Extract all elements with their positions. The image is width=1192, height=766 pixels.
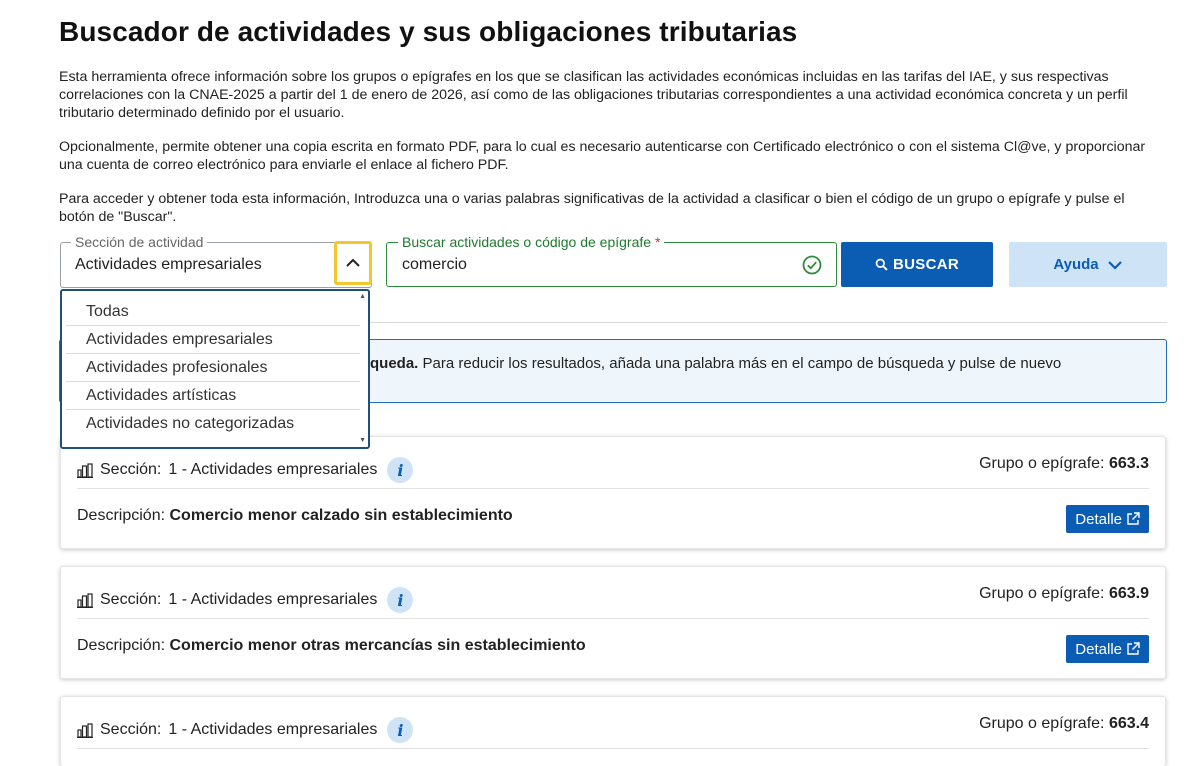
intro-paragraph-3: Para acceder y obtener toda esta informa… bbox=[59, 191, 1125, 225]
card-section: Sección: 1 - Actividades empresariales i bbox=[77, 587, 414, 613]
select-toggle-button[interactable] bbox=[334, 241, 372, 285]
info-icon[interactable]: i bbox=[387, 717, 414, 743]
section-select[interactable]: Sección de actividad Actividades empresa… bbox=[60, 234, 372, 288]
building-icon bbox=[77, 592, 93, 608]
card-section: Sección: 1 - Actividades empresariales i bbox=[77, 457, 414, 483]
info-icon[interactable]: i bbox=[387, 457, 414, 483]
result-card: Sección: 1 - Actividades empresariales i… bbox=[60, 436, 1166, 549]
building-icon bbox=[77, 722, 93, 738]
section-select-label: Sección de actividad bbox=[71, 234, 208, 250]
option-actividades-no-categorizadas[interactable]: Actividades no categorizadas bbox=[66, 411, 360, 438]
search-input[interactable]: comercio bbox=[402, 256, 467, 274]
divider bbox=[370, 322, 1167, 323]
detalle-button[interactable]: Detalle bbox=[1066, 635, 1149, 663]
option-todas[interactable]: Todas bbox=[66, 299, 360, 326]
intro-paragraph-1: Esta herramienta ofrece información sobr… bbox=[59, 69, 1128, 121]
option-actividades-empresariales[interactable]: Actividades empresariales bbox=[66, 327, 360, 354]
card-divider bbox=[77, 748, 1149, 749]
detalle-button[interactable]: Detalle bbox=[1066, 505, 1149, 533]
buscar-button-label: BUSCAR bbox=[893, 256, 959, 273]
section-dropdown-list[interactable]: ▲ Todas Actividades empresariales Activi… bbox=[60, 289, 370, 449]
card-divider bbox=[77, 618, 1149, 619]
card-grupo: Grupo o epígrafe: 663.9 bbox=[979, 585, 1149, 602]
card-description: Descripción: Comercio menor calzado sin … bbox=[77, 507, 513, 524]
card-description: Descripción: Comercio menor otras mercan… bbox=[77, 637, 586, 654]
section-select-value: Actividades empresariales bbox=[75, 256, 262, 273]
result-card: Sección: 1 - Actividades empresariales i… bbox=[60, 696, 1166, 766]
scroll-up-arrow[interactable]: ▲ bbox=[359, 293, 366, 301]
external-link-icon bbox=[1127, 642, 1140, 655]
card-divider bbox=[77, 488, 1149, 489]
card-section: Sección: 1 - Actividades empresariales i bbox=[77, 717, 414, 743]
page-title: Buscador de actividades y sus obligacion… bbox=[59, 16, 798, 47]
search-icon bbox=[875, 258, 888, 271]
buscar-button[interactable]: BUSCAR bbox=[841, 242, 993, 287]
search-field[interactable]: Buscar actividades o código de epígrafe … bbox=[386, 234, 837, 287]
chevron-up-icon bbox=[346, 258, 360, 267]
option-actividades-artisticas[interactable]: Actividades artísticas bbox=[66, 383, 360, 410]
option-actividades-profesionales[interactable]: Actividades profesionales bbox=[66, 355, 360, 382]
scroll-down-arrow[interactable]: ▼ bbox=[359, 437, 366, 445]
building-icon bbox=[77, 462, 93, 478]
ayuda-button[interactable]: Ayuda bbox=[1009, 242, 1167, 287]
chevron-down-icon bbox=[1107, 260, 1122, 270]
card-grupo: Grupo o epígrafe: 663.3 bbox=[979, 455, 1149, 472]
alert-text: queda. Para reducir los resultados, añad… bbox=[370, 355, 1062, 372]
check-circle-icon bbox=[802, 255, 822, 275]
card-grupo: Grupo o epígrafe: 663.4 bbox=[979, 715, 1149, 732]
search-field-label: Buscar actividades o código de epígrafe … bbox=[398, 234, 665, 250]
intro-paragraph-2: Opcionalmente, permite obtener una copia… bbox=[59, 139, 1146, 173]
info-icon[interactable]: i bbox=[387, 587, 414, 613]
ayuda-button-label: Ayuda bbox=[1053, 256, 1099, 273]
external-link-icon bbox=[1127, 512, 1140, 525]
result-card: Sección: 1 - Actividades empresariales i… bbox=[60, 566, 1166, 679]
